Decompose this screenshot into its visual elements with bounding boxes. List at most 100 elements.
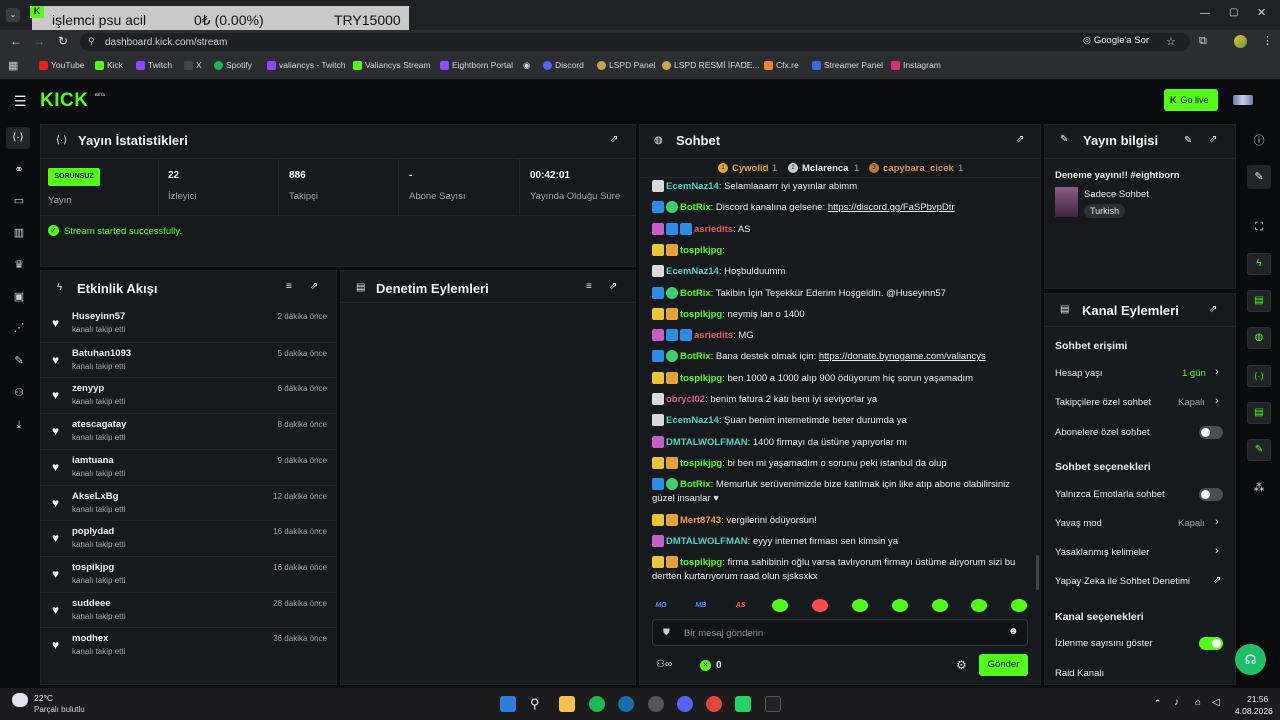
chat-scrollbar[interactable] — [1036, 555, 1039, 590]
window-minimize-button[interactable]: — — [1200, 8, 1210, 19]
chat-popout-icon[interactable]: ⇗ — [1016, 134, 1024, 145]
sidebar-window-icon[interactable]: ▭ — [13, 195, 25, 207]
chat-username[interactable]: tospikjpg — [680, 245, 722, 256]
followers-only-row[interactable]: Takipçilere özel sohbet Kapalı › — [1045, 393, 1235, 413]
tray-chevron-icon[interactable]: ⌃ — [1154, 698, 1162, 709]
bookmark-discord[interactable]: Discord — [543, 60, 584, 70]
file-explorer-icon[interactable] — [559, 696, 575, 712]
bookmark-eightborn[interactable]: Eightborn Portal — [440, 60, 513, 70]
chat-username[interactable]: BotRix — [680, 351, 711, 362]
bookmark-x[interactable]: X — [184, 60, 202, 70]
chat-link[interactable]: https://discord.gg/FaSPbvpDtr — [828, 202, 955, 213]
activity-item[interactable]: ♥ iamtuana kanalı takip etti 9 dakika önce — [40, 448, 337, 485]
top-gifter-3[interactable]: capybara_cicek — [883, 163, 954, 174]
activity-popout-icon[interactable]: ⇗ — [310, 281, 318, 292]
channel-actions-popout-icon[interactable]: ⇗ — [1209, 304, 1217, 315]
tab-menu-button[interactable]: ⌄ — [6, 8, 20, 22]
right-chat-button[interactable]: ◍ — [1247, 327, 1271, 349]
stats-popout-icon[interactable]: ⇗ — [610, 134, 618, 145]
chat-username[interactable]: tospikjpg — [680, 309, 722, 320]
chat-settings-icon[interactable]: ⚙ — [956, 658, 967, 672]
raid-channel-label[interactable]: Raid Kanalı — [1055, 668, 1104, 679]
bookmark-cfx[interactable]: Cfx.re — [764, 60, 799, 70]
sidebar-analytics-icon[interactable]: ⋰ — [13, 322, 25, 334]
bookmark-spotify[interactable]: Spotify — [214, 60, 252, 70]
right-stream-button[interactable]: ⟨·⟩ — [1247, 365, 1271, 387]
sidebar-link-icon[interactable]: ⚭ — [13, 164, 25, 176]
profile-avatar[interactable] — [1234, 35, 1247, 48]
activity-filter-icon[interactable]: ≡ — [286, 281, 292, 292]
start-icon[interactable] — [500, 696, 516, 712]
chat-username[interactable]: asriedits — [694, 224, 733, 235]
emoji-picker-icon[interactable]: ☻ — [1008, 626, 1019, 637]
chat-input[interactable]: ⛊ Bir mesaj gönderin ☻ — [652, 619, 1028, 646]
chat-send-button[interactable]: Gönder — [979, 654, 1028, 676]
url-input[interactable]: ⚲ dashboard.kick.com/stream ◎ Google'a So… — [80, 33, 1190, 51]
category-name[interactable]: Sadece Sohbet — [1084, 189, 1149, 200]
site-info-icon[interactable]: ⚲ — [88, 36, 95, 47]
activity-item[interactable]: ♥ modhex kanalı takip etti 36 dakika önce — [40, 627, 337, 663]
top-gifter-1[interactable]: Cywolid — [732, 163, 768, 174]
activity-item[interactable]: ♥ poplydad kanalı takip etti 16 dakika önce — [40, 520, 337, 556]
obs-icon[interactable] — [648, 696, 664, 712]
go-live-button[interactable]: K Go live — [1164, 89, 1218, 111]
community-icon[interactable]: ⁂ — [1253, 482, 1265, 494]
camera-icon[interactable]: ◉ — [523, 60, 530, 71]
activity-item[interactable]: ♥ tospikjpg kanalı takip etti 16 dakika önc… — [40, 555, 337, 592]
info-icon[interactable]: ⓘ — [1253, 135, 1265, 147]
info-popout-icon[interactable]: ⇗ — [1209, 134, 1217, 145]
chat-username[interactable]: asriedits — [694, 330, 733, 341]
sidebar-download-icon[interactable]: ⤓ — [13, 419, 25, 431]
chat-username[interactable]: DMTALWOLFMAN — [666, 536, 748, 547]
chat-username[interactable]: BotRix — [680, 202, 711, 213]
activity-item[interactable]: ♥ Huseyinn57 kanalı takip etti 2 dakika önc… — [40, 306, 337, 342]
emote-only-toggle[interactable] — [1199, 488, 1223, 501]
back-icon[interactable]: ← — [10, 34, 22, 48]
bookmark-streamer-panel[interactable]: Streamer Panel — [812, 60, 883, 70]
app-icon[interactable] — [765, 696, 781, 712]
banned-words-row[interactable]: Yasaklanmış kelimeler › — [1045, 543, 1235, 563]
bookmark-lspd-resmi[interactable]: LSPD RESMİ İFADE... — [662, 60, 760, 70]
window-close-button[interactable]: ✕ — [1257, 6, 1266, 19]
user-avatar[interactable] — [1233, 95, 1253, 105]
bookmark-youtube[interactable]: YouTube — [39, 60, 84, 70]
chat-username[interactable]: tospikjpg — [680, 373, 722, 384]
emote-icon[interactable] — [931, 599, 948, 612]
chat-username[interactable]: EcemNaz14 — [666, 181, 719, 192]
top-gifter-2[interactable]: Mclarenca — [802, 163, 848, 174]
kick-logo[interactable]: KICK — [40, 90, 88, 112]
ai-moderation-row[interactable]: Yapay Zeka ile Sohbet Denetimi ⇗ — [1045, 572, 1235, 592]
right-wrench-button[interactable]: ✎ — [1247, 439, 1271, 461]
bookmark-kick[interactable]: Kick — [95, 60, 123, 70]
chat-username[interactable]: tospikjpg — [680, 557, 722, 568]
hamburger-menu-icon[interactable]: ☰ — [14, 93, 27, 110]
activity-item[interactable]: ♥ Batuhan1093 kanalı takip etti 5 dakika ön… — [40, 341, 337, 378]
reload-icon[interactable]: ↻ — [58, 34, 68, 48]
discord-app-icon[interactable] — [677, 696, 693, 712]
show-viewers-toggle[interactable] — [1199, 637, 1223, 650]
moderation-popout-icon[interactable]: ⇗ — [609, 281, 617, 292]
bookmark-lspd-panel[interactable]: LSPD Panel — [597, 60, 655, 70]
sidebar-users-icon[interactable]: ⚇ — [13, 387, 25, 399]
extensions-icon[interactable]: ⧉ — [1199, 35, 1207, 48]
language-tag[interactable]: Turkish — [1084, 204, 1126, 218]
slow-mode-row[interactable]: Yavaş mod Kapalı › — [1045, 514, 1235, 534]
weather-icon[interactable] — [12, 693, 28, 707]
fullscreen-icon[interactable]: ⛶ — [1253, 221, 1265, 233]
chat-username[interactable]: BotRix — [680, 288, 711, 299]
chat-username[interactable]: DMTALWOLFMAN — [666, 437, 748, 448]
bookmark-twitch[interactable]: Twitch — [136, 60, 172, 70]
mic-icon[interactable]: ♪ — [1174, 697, 1179, 708]
whatsapp-icon[interactable] — [735, 696, 751, 712]
spotify-app-icon[interactable] — [589, 696, 605, 712]
right-sidebar-edit-button[interactable]: ✎ — [1247, 165, 1271, 189]
sidebar-chart-icon[interactable]: ▥ — [13, 227, 25, 239]
edit-pencil-icon[interactable]: ✎ — [1184, 135, 1192, 146]
support-chat-button[interactable]: ☊ — [1235, 644, 1266, 675]
sidebar-stream-icon[interactable]: ⟨·⟩ — [6, 127, 30, 149]
steam-icon[interactable] — [618, 696, 634, 712]
sidebar-wrench-icon[interactable]: ✎ — [13, 355, 25, 367]
emote-icon[interactable]: AS — [733, 599, 749, 612]
google-ask-button[interactable]: ◎ Google'a Sor — [1083, 35, 1149, 46]
chrome-icon[interactable] — [706, 696, 722, 712]
